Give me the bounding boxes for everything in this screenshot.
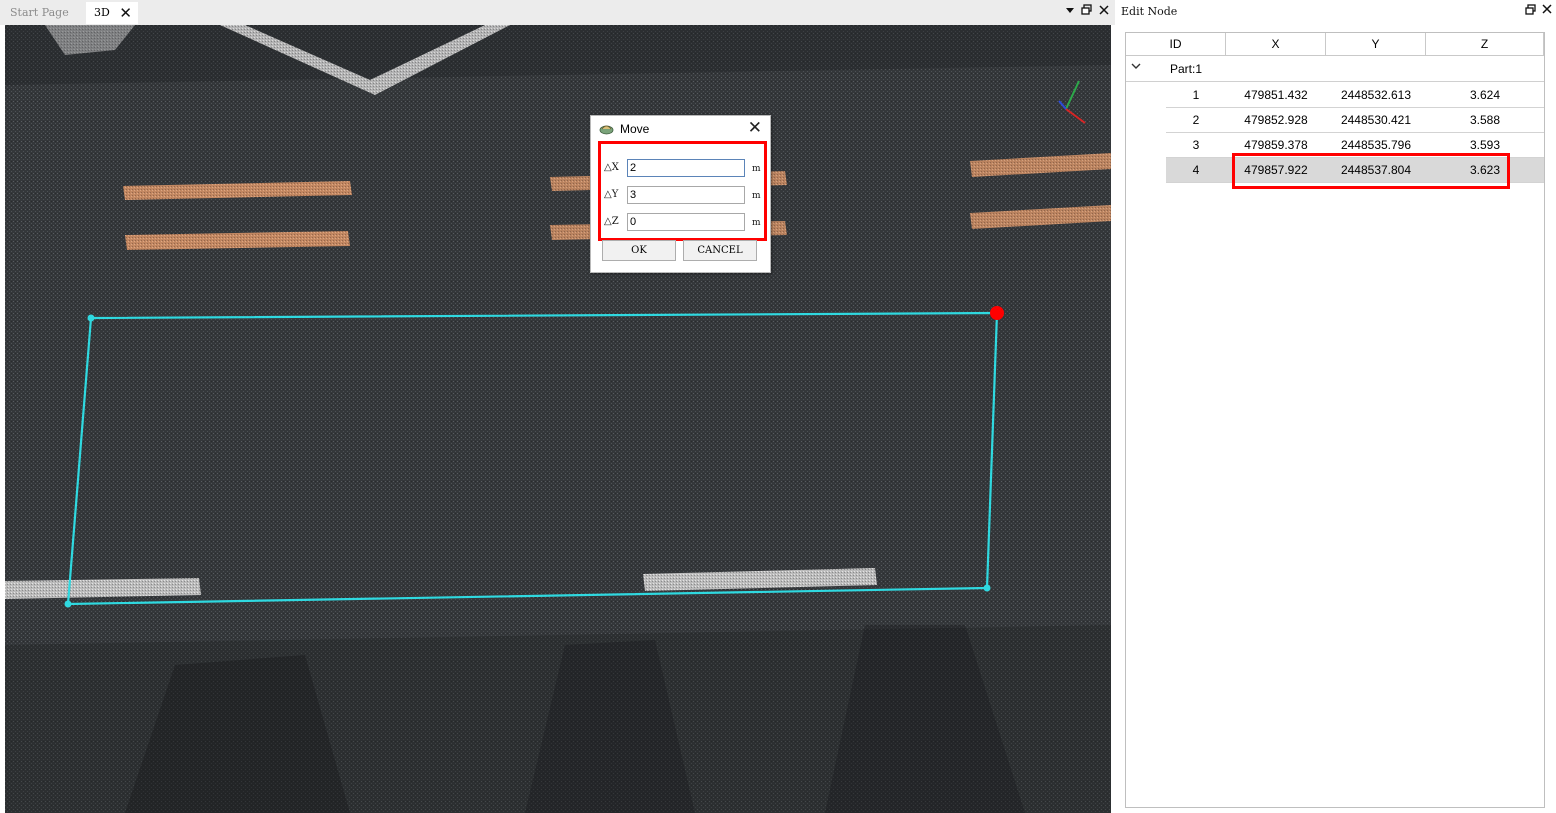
column-header-z[interactable]: Z: [1426, 33, 1544, 56]
delta-y-input[interactable]: [627, 186, 745, 204]
table-row[interactable]: 1 479851.432 2448532.613 3.624: [1166, 83, 1544, 108]
panel-title: Edit Node: [1121, 5, 1178, 18]
table-row[interactable]: 2 479852.928 2448530.421 3.588: [1166, 108, 1544, 133]
cell-x: 479851.432: [1244, 88, 1308, 102]
polygon-vertex: [87, 314, 95, 322]
selected-row-highlight: [1232, 153, 1510, 189]
dialog-title: Move: [620, 122, 650, 136]
edit-node-panel: Edit Node ID X Y Z Part:1 1 479851.432 2…: [1115, 0, 1556, 813]
cancel-button[interactable]: CANCEL: [683, 240, 757, 261]
delta-x-label: △X: [604, 162, 619, 173]
3d-viewport[interactable]: [5, 25, 1111, 813]
delta-x-input[interactable]: [627, 159, 745, 177]
cell-id: 1: [1192, 88, 1200, 102]
cell-z: 3.588: [1469, 113, 1501, 127]
cell-x: 479852.928: [1244, 113, 1308, 127]
close-icon[interactable]: [1540, 4, 1554, 18]
part-group-row[interactable]: Part:1: [1126, 57, 1544, 82]
restore-window-icon[interactable]: [1523, 4, 1537, 18]
tab-close-icon[interactable]: ✕: [119, 2, 132, 24]
document-tab-strip: Start Page 3D ✕: [0, 0, 1115, 25]
polygon-vertex: [983, 584, 991, 592]
dropdown-arrow-icon[interactable]: [1062, 4, 1078, 20]
delta-y-unit: m: [752, 191, 761, 201]
cell-id: 2: [1192, 113, 1200, 127]
chevron-down-icon[interactable]: [1130, 60, 1142, 75]
cell-id: 4: [1192, 163, 1200, 177]
delta-z-row: △Z m: [601, 213, 764, 233]
delta-x-unit: m: [752, 164, 761, 174]
part-label: Part:1: [1170, 62, 1203, 76]
tab-start-page-label: Start Page: [10, 6, 69, 19]
tab-3d[interactable]: 3D ✕: [86, 2, 138, 24]
ok-button[interactable]: OK: [602, 240, 676, 261]
column-header-y[interactable]: Y: [1326, 33, 1426, 56]
delta-y-label: △Y: [604, 189, 619, 200]
cell-id: 3: [1192, 138, 1200, 152]
polygon-vertex: [64, 600, 72, 608]
cell-y: 2448530.421: [1340, 113, 1412, 127]
tab-start-page[interactable]: Start Page: [6, 2, 80, 24]
delta-z-unit: m: [752, 218, 761, 228]
column-header-id[interactable]: ID: [1126, 33, 1226, 56]
tab-3d-label: 3D: [94, 6, 110, 19]
close-icon[interactable]: [1096, 4, 1112, 20]
restore-window-icon[interactable]: [1078, 4, 1094, 20]
point-cloud-scene[interactable]: [5, 25, 1111, 813]
delta-z-input[interactable]: [627, 213, 745, 231]
delta-x-row: △X m: [601, 159, 764, 179]
delta-y-row: △Y m: [601, 186, 764, 206]
dialog-close-icon[interactable]: ✕: [748, 118, 762, 138]
app-icon: [599, 122, 614, 138]
move-dialog[interactable]: Move ✕ △X m △Y m △Z m OK CANCEL: [590, 115, 771, 273]
cell-y: 2448532.613: [1340, 88, 1412, 102]
node-table[interactable]: ID X Y Z Part:1 1 479851.432 2448532.613…: [1125, 32, 1545, 808]
selected-vertex: [990, 306, 1004, 320]
cell-z: 3.624: [1469, 88, 1501, 102]
offset-fields-highlight: △X m △Y m △Z m: [598, 141, 767, 241]
column-header-x[interactable]: X: [1226, 33, 1326, 56]
delta-z-label: △Z: [604, 216, 619, 227]
